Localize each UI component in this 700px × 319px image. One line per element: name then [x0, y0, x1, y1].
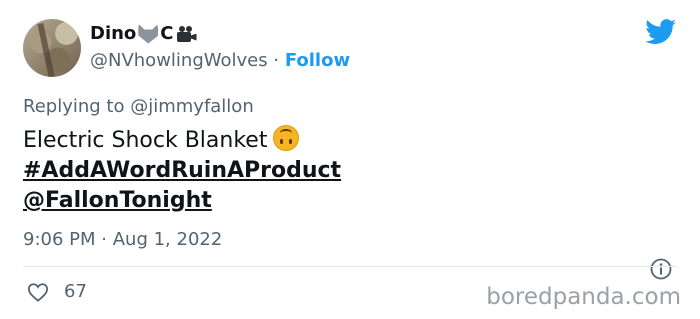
reply-context: Replying to @jimmyfallon [23, 96, 254, 117]
tweet-text-main: Electric Shock Blanket [23, 128, 268, 153]
tweet-time[interactable]: 9:06 PM [23, 229, 96, 250]
author-handle[interactable]: @NVhowlingWolves [90, 50, 268, 71]
twitter-bird-icon[interactable] [645, 19, 677, 45]
wolf-emoji-icon [138, 23, 159, 44]
handle-row: @NVhowlingWolves · Follow [90, 50, 350, 71]
tweet-text-line-1: Electric Shock Blanket [23, 125, 341, 156]
reply-to-handle[interactable]: @jimmyfallon [130, 96, 254, 117]
tweet-text: Electric Shock Blanket #AddAWordRuinAPro… [23, 125, 341, 216]
separator-dot: · [273, 50, 280, 71]
reply-prefix: Replying to [23, 96, 125, 117]
timestamp[interactable]: 9:06 PM · Aug 1, 2022 [23, 229, 222, 250]
upside-down-face-emoji-icon [273, 125, 300, 151]
tweet-date[interactable]: Aug 1, 2022 [113, 229, 223, 250]
like-count[interactable]: 67 [64, 281, 87, 302]
hashtag-link[interactable]: #AddAWordRuinAProduct [23, 156, 341, 186]
time-separator: · [101, 229, 107, 250]
movie-camera-emoji-icon [176, 25, 198, 42]
avatar[interactable] [23, 19, 81, 77]
follow-button[interactable]: Follow [285, 50, 350, 71]
info-icon[interactable] [650, 258, 672, 280]
mention-link[interactable]: @FallonTonight [23, 186, 341, 216]
watermark: boredpanda.com [486, 284, 681, 310]
author-name[interactable]: Dino C [90, 23, 198, 44]
display-name[interactable]: Dino [90, 23, 136, 44]
divider [23, 266, 677, 267]
display-name-suffix[interactable]: C [160, 23, 173, 44]
heart-icon[interactable] [27, 282, 49, 302]
